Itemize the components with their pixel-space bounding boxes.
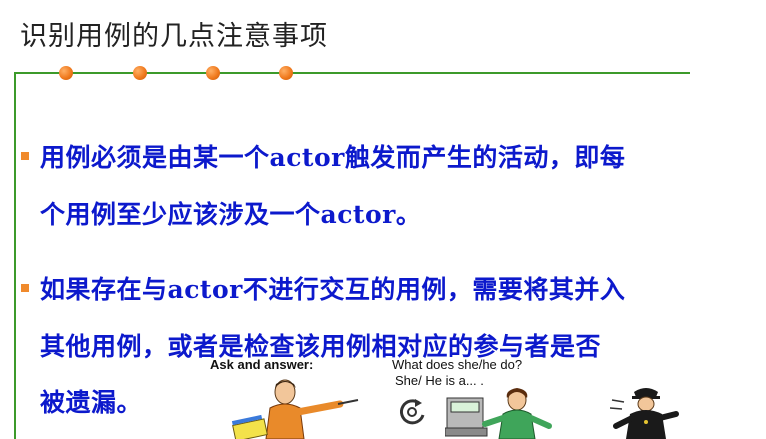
left-rule: [14, 72, 16, 439]
decorative-dot-2: [133, 66, 147, 80]
police-officer-clipart: [610, 388, 679, 439]
title-rule: [14, 72, 690, 74]
slide-title: 识别用例的几点注意事项: [20, 21, 328, 52]
bullet-1-line-2: 个用例至少应该涉及一个actor。: [40, 200, 422, 229]
decorative-dot-4: [279, 66, 293, 80]
clipart-label: Ask and answer:: [210, 357, 314, 372]
bullet-marker: [21, 284, 29, 292]
bullet-2-line-3: 被遗漏。: [40, 388, 143, 417]
clipart-question: What does she/he do?: [392, 357, 523, 372]
bullet-2-line-1: 如果存在与actor不进行交互的用例，需要将其并入: [40, 275, 626, 304]
refresh-icon: [399, 399, 425, 425]
bullet-marker: [21, 152, 29, 160]
cashier-clipart: [445, 388, 552, 439]
bullet-1-line-1: 用例必须是由某一个actor触发而产生的活动，即每: [40, 143, 626, 172]
teacher-clipart: [231, 379, 359, 439]
decorative-dot-1: [59, 66, 73, 80]
decorative-dot-3: [206, 66, 220, 80]
